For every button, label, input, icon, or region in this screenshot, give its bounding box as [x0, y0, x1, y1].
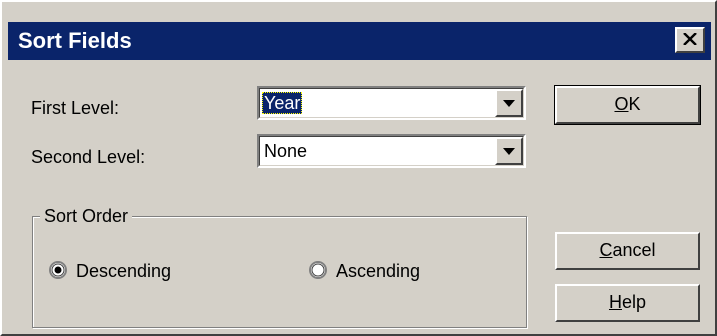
second-level-combobox[interactable]: None [257, 134, 526, 168]
title-bar: Sort Fields [8, 22, 711, 60]
first-level-dropdown-button[interactable] [495, 89, 523, 117]
close-button[interactable] [675, 27, 705, 53]
chevron-down-icon [503, 100, 515, 107]
help-mnemonic: H [608, 292, 622, 312]
first-level-label: First Level: [31, 98, 120, 118]
close-icon [683, 33, 697, 45]
ascending-radio[interactable] [309, 261, 327, 279]
ok-mnemonic: O [614, 94, 629, 114]
second-level-value: None [264, 141, 308, 161]
help-button[interactable]: Help [555, 284, 700, 322]
ok-button[interactable]: OK [554, 85, 701, 125]
sort-order-legend: Sort Order [40, 205, 133, 227]
first-level-value: Year [262, 92, 303, 114]
descending-radio[interactable] [49, 261, 67, 279]
ok-label-rest: K [628, 94, 641, 114]
dialog-title: Sort Fields [18, 28, 132, 53]
cancel-label-rest: ancel [612, 240, 656, 260]
cancel-button[interactable]: Cancel [555, 232, 700, 270]
second-level-dropdown-button[interactable] [495, 137, 523, 165]
second-level-label: Second Level: [31, 147, 146, 167]
first-level-combobox[interactable]: Year [257, 86, 526, 120]
descending-label[interactable]: Descending [76, 260, 171, 282]
ascending-label[interactable]: Ascending [336, 260, 420, 282]
help-label-rest: elp [621, 292, 647, 312]
cancel-mnemonic: C [599, 240, 613, 260]
chevron-down-icon [503, 148, 515, 155]
